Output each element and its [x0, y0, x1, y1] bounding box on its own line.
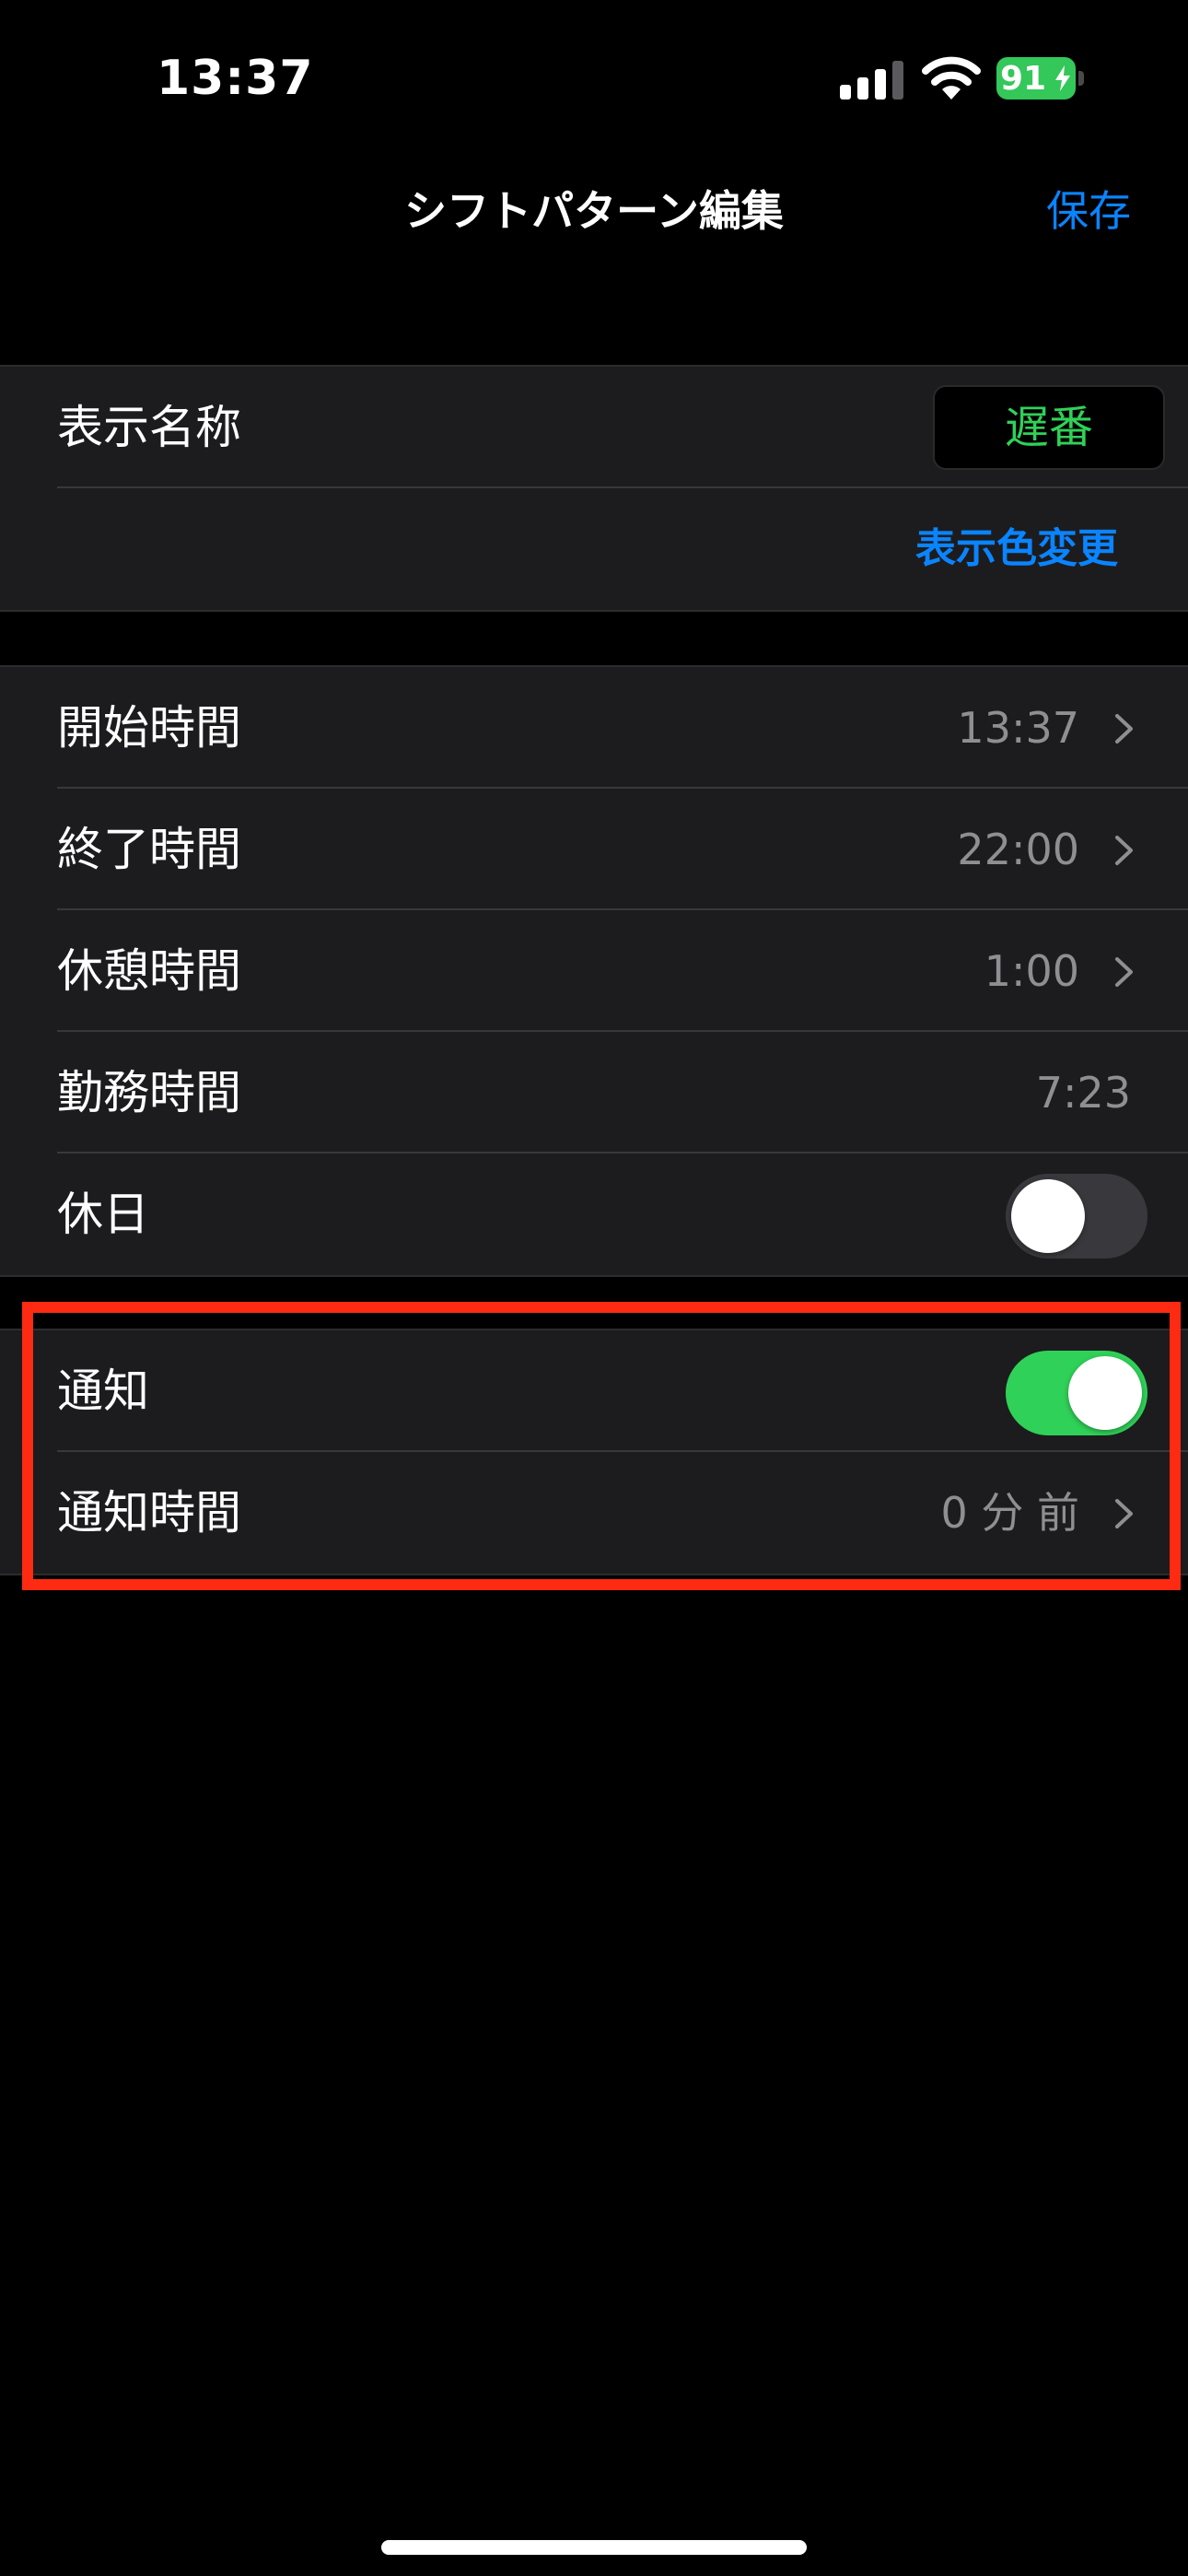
notification-time-row[interactable]: 通知時間 0 分 前 — [0, 1452, 1188, 1574]
display-name-field[interactable]: 遅番 — [933, 385, 1165, 470]
notification-row: 通知 — [0, 1330, 1188, 1452]
notification-time-value: 0 分 前 — [940, 1488, 1079, 1538]
chevron-right-icon — [1115, 957, 1133, 987]
start-time-value: 13:37 — [957, 703, 1079, 753]
save-button[interactable]: 保存 — [1046, 178, 1131, 239]
display-settings-group: 表示名称 遅番 表示色変更 — [0, 365, 1188, 612]
display-name-label: 表示名称 — [57, 401, 241, 454]
notification-settings-group: 通知 通知時間 0 分 前 — [0, 1329, 1188, 1575]
wifi-icon — [922, 56, 981, 100]
toggle-knob — [1068, 1356, 1142, 1430]
end-time-label: 終了時間 — [57, 823, 241, 876]
status-time: 13:37 — [157, 51, 314, 106]
page-title: シフトパターン編集 — [404, 186, 784, 236]
work-time-row: 勤務時間 7:23 — [0, 1032, 1188, 1153]
toggle-knob — [1011, 1179, 1085, 1253]
notification-label: 通知 — [57, 1364, 149, 1418]
battery-icon: 91 — [996, 57, 1085, 100]
notification-time-label: 通知時間 — [57, 1486, 241, 1540]
home-indicator[interactable] — [381, 2540, 807, 2555]
battery-level: 91 — [1000, 60, 1047, 98]
display-name-value: 遅番 — [1004, 402, 1093, 453]
charging-bolt-icon — [1055, 65, 1070, 91]
chevron-right-icon — [1115, 714, 1133, 744]
chevron-right-icon — [1115, 1499, 1133, 1528]
chevron-right-icon — [1115, 836, 1133, 865]
work-time-value: 7:23 — [1035, 1068, 1131, 1118]
work-time-label: 勤務時間 — [57, 1066, 241, 1119]
end-time-row[interactable]: 終了時間 22:00 — [0, 789, 1188, 910]
start-time-label: 開始時間 — [57, 701, 241, 755]
break-time-value: 1:00 — [984, 946, 1079, 996]
signal-icon — [840, 61, 903, 100]
holiday-toggle[interactable] — [1006, 1174, 1147, 1259]
time-settings-group: 開始時間 13:37 終了時間 22:00 休憩時間 1:00 勤務時間 7:2… — [0, 665, 1188, 1277]
break-time-row[interactable]: 休憩時間 1:00 — [0, 910, 1188, 1032]
break-time-label: 休憩時間 — [57, 944, 241, 998]
notification-toggle[interactable] — [1006, 1351, 1147, 1435]
holiday-label: 休日 — [57, 1188, 149, 1241]
display-name-row: 表示名称 遅番 — [0, 367, 1188, 488]
display-color-row: 表示色変更 — [0, 488, 1188, 610]
display-color-change-button[interactable]: 表示色変更 — [915, 488, 1118, 610]
end-time-value: 22:00 — [957, 825, 1079, 874]
status-bar: 13:37 91 — [0, 0, 1188, 157]
holiday-row: 休日 — [0, 1153, 1188, 1275]
start-time-row[interactable]: 開始時間 13:37 — [0, 667, 1188, 789]
